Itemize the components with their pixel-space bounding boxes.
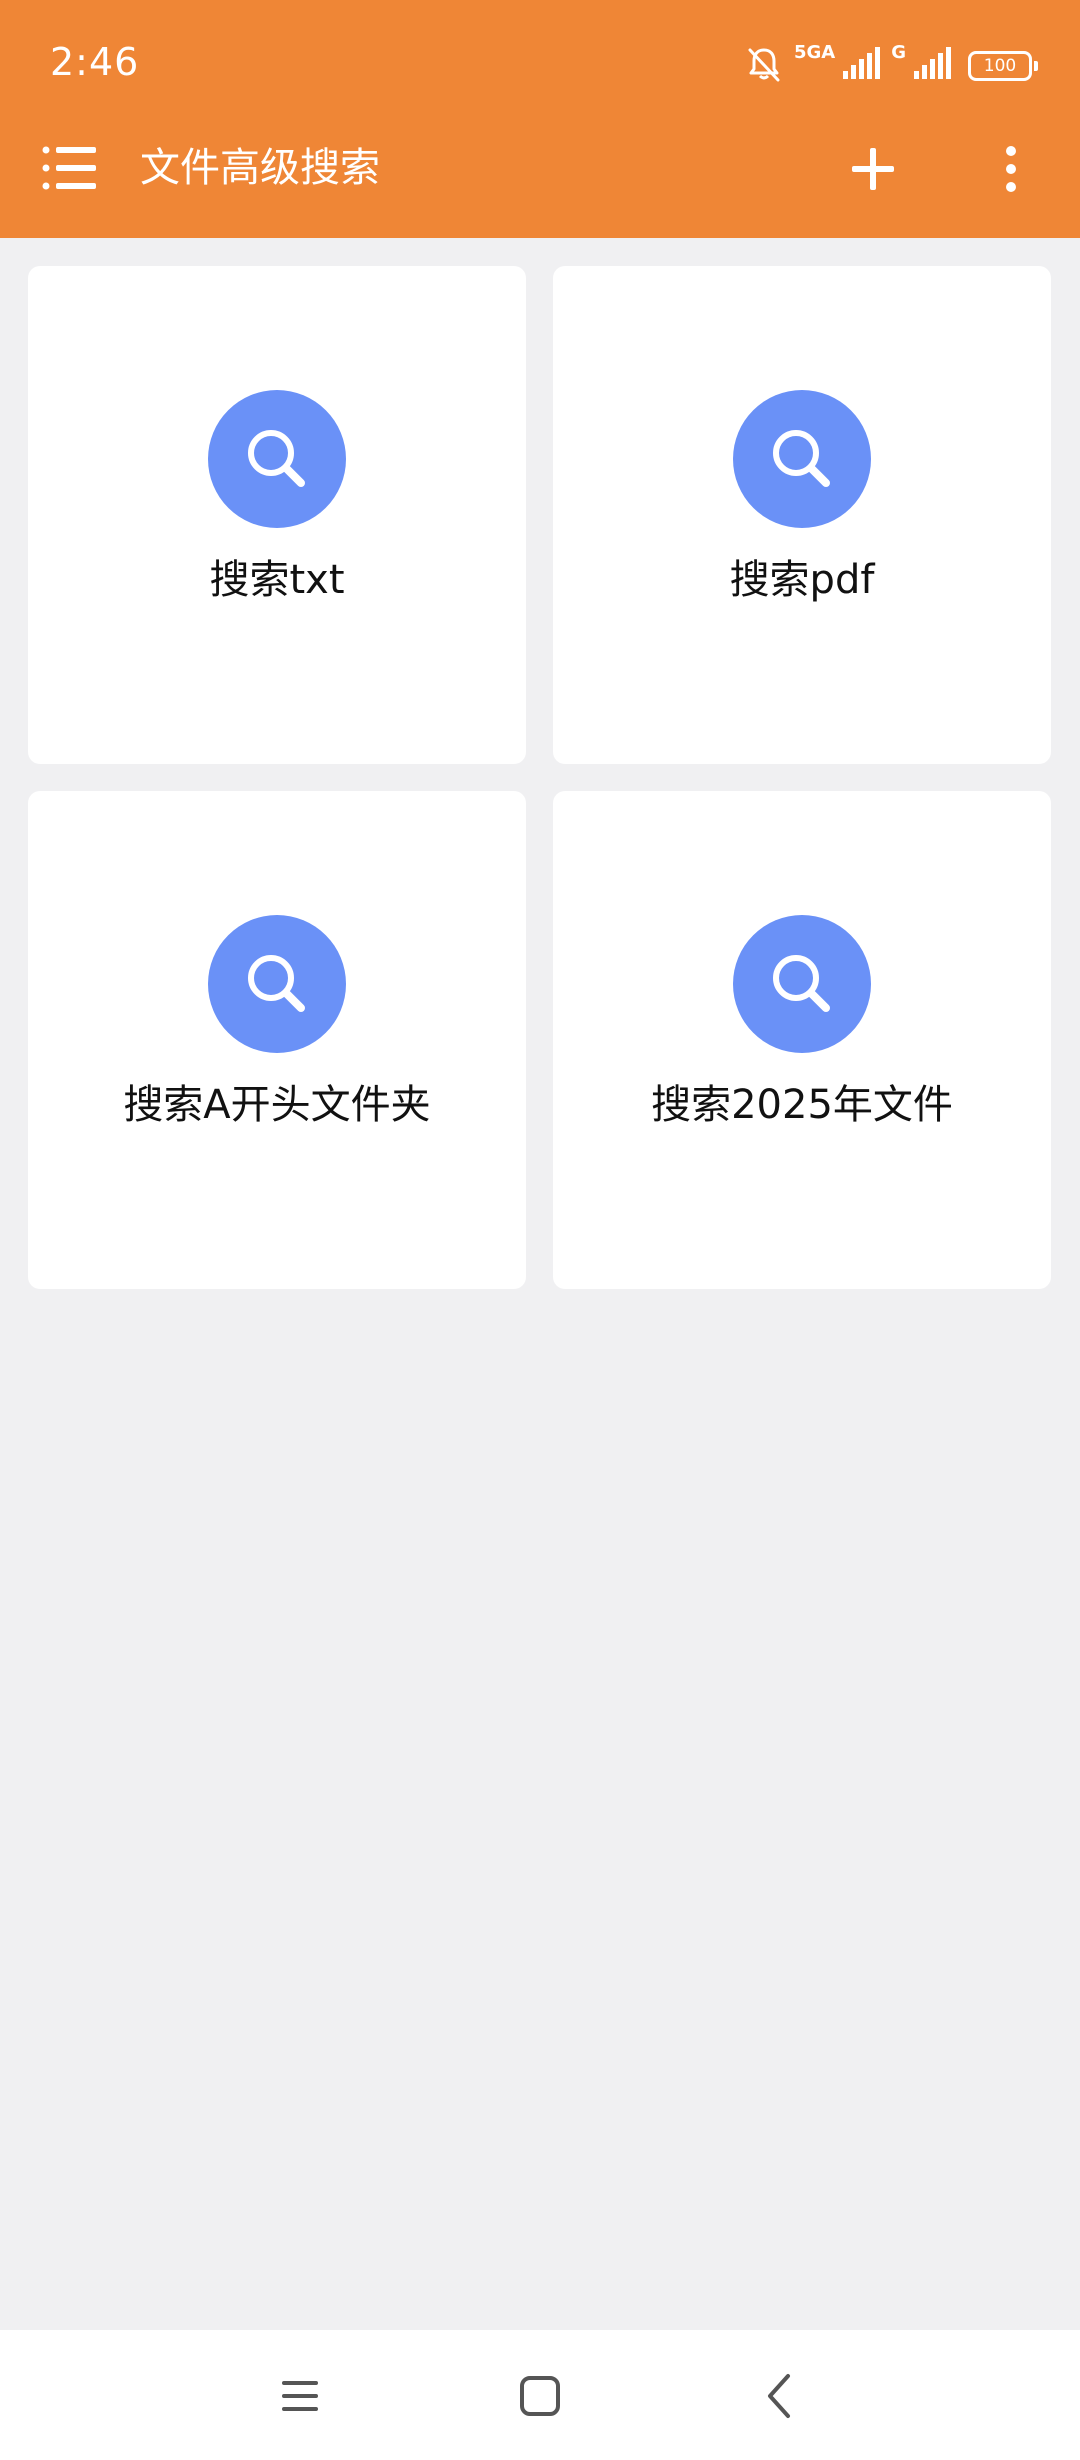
more-vertical-icon[interactable] — [996, 144, 1026, 194]
status-time: 2:46 — [50, 40, 140, 84]
home-icon[interactable] — [510, 2366, 570, 2426]
system-nav-bar — [0, 2330, 1080, 2460]
search-a-folders-card[interactable]: 搜索A开头文件夹 — [28, 791, 526, 1289]
card-label: 搜索txt — [209, 557, 345, 603]
search-pdf-card[interactable]: 搜索pdf — [553, 266, 1051, 764]
plus-icon[interactable] — [848, 144, 898, 194]
battery-icon: 100 — [968, 51, 1038, 81]
page-title: 文件高级搜索 — [140, 145, 380, 191]
muted-bell-icon — [744, 44, 784, 88]
back-icon[interactable] — [750, 2366, 810, 2426]
recents-icon[interactable] — [270, 2366, 330, 2426]
search-icon — [733, 915, 871, 1053]
status-icons: 5GA G 100 — [744, 42, 1038, 88]
card-label: 搜索pdf — [729, 557, 875, 603]
search-icon — [733, 390, 871, 528]
network-type-label-secondary: G — [891, 42, 906, 63]
list-menu-icon[interactable] — [42, 145, 96, 191]
signal-strength-icon-secondary — [912, 47, 952, 85]
network-type-label: 5GA — [793, 42, 836, 63]
battery-level: 100 — [983, 56, 1017, 76]
app-header: 2:46 5GA G 100 文件高级搜索 — [0, 0, 1080, 238]
card-label: 搜索A开头文件夹 — [123, 1082, 431, 1128]
card-label: 搜索2025年文件 — [651, 1082, 953, 1128]
signal-strength-icon — [841, 47, 881, 85]
search-2025-files-card[interactable]: 搜索2025年文件 — [553, 791, 1051, 1289]
search-icon — [208, 915, 346, 1053]
search-icon — [208, 390, 346, 528]
search-txt-card[interactable]: 搜索txt — [28, 266, 526, 764]
